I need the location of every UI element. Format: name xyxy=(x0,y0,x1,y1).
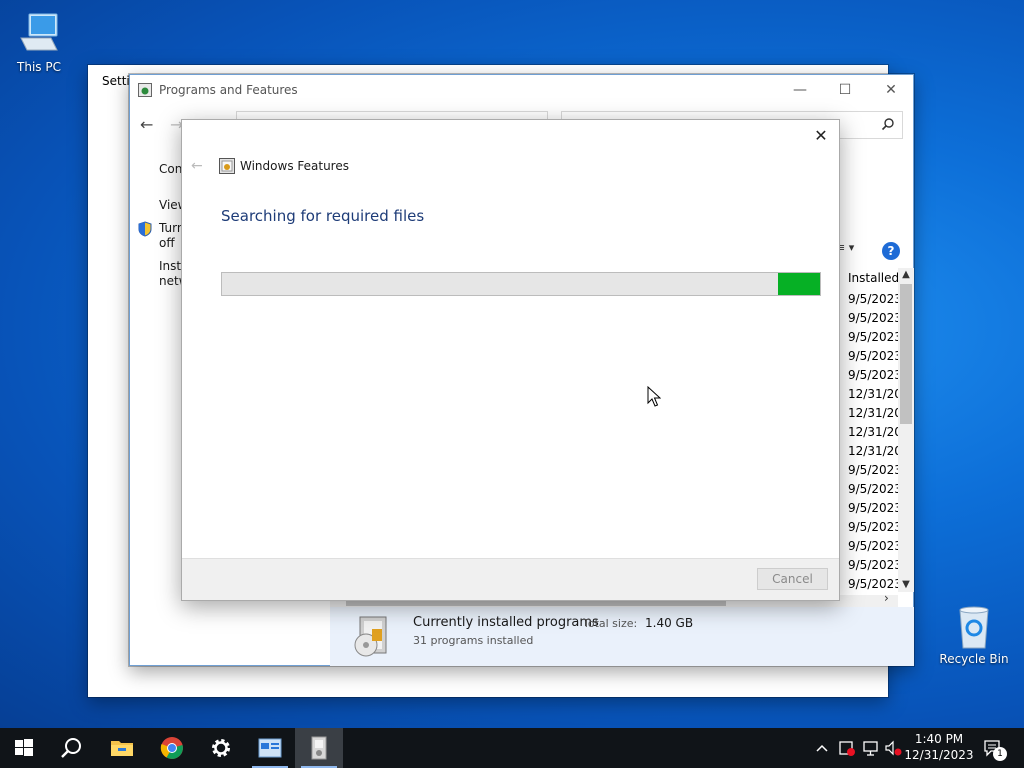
windows-features-icon xyxy=(219,158,235,174)
status-heading: Searching for required files xyxy=(221,207,425,225)
sidebar-link-control-panel[interactable]: Con xyxy=(159,162,182,176)
taskbar-file-explorer[interactable] xyxy=(98,728,146,768)
close-button[interactable]: ✕ xyxy=(809,124,833,148)
settings-gear-icon xyxy=(212,739,230,757)
search-icon xyxy=(881,118,894,131)
start-button[interactable] xyxy=(0,728,48,768)
details-pane: Currently installed programs Total size:… xyxy=(330,607,914,666)
uac-shield-icon xyxy=(138,221,152,237)
clock-time: 1:40 PM xyxy=(914,732,964,746)
maximize-button[interactable]: ☐ xyxy=(822,75,868,105)
this-pc-icon xyxy=(15,10,63,58)
taskbar-programs-features[interactable] xyxy=(295,728,343,768)
taskbar-settings[interactable] xyxy=(197,728,245,768)
mouse-cursor-icon xyxy=(647,386,661,407)
control-panel-icon xyxy=(258,738,282,758)
window-title: Programs and Features xyxy=(159,83,298,97)
network-icon[interactable] xyxy=(862,739,880,757)
desktop: This PC Recycle Bin Settin Programs and … xyxy=(0,0,1024,728)
desktop-icon-label: Recycle Bin xyxy=(939,652,1009,666)
dialog-title: Windows Features xyxy=(240,159,349,173)
taskbar-control-panel[interactable] xyxy=(246,728,294,768)
windows-features-dialog: ✕ ← Windows Features Searching for requi… xyxy=(181,119,840,601)
taskbar: 1:40 PM 12/31/2023 1 xyxy=(0,728,1024,768)
total-size-value: 1.40 GB xyxy=(645,616,694,630)
file-explorer-icon xyxy=(111,741,133,756)
search-button[interactable] xyxy=(48,728,96,768)
control-panel-icon xyxy=(138,83,152,97)
progress-bar-fill xyxy=(778,273,820,295)
start-icon xyxy=(15,739,33,756)
volume-muted-icon[interactable] xyxy=(884,739,902,757)
dialog-footer: Cancel xyxy=(182,558,839,600)
search-icon xyxy=(61,738,81,758)
back-arrow-icon[interactable]: ← xyxy=(140,115,153,134)
sidebar-link-turn-features-2[interactable]: off xyxy=(159,236,175,250)
desktop-icon-recycle-bin[interactable]: Recycle Bin xyxy=(938,602,1010,666)
cancel-button[interactable]: Cancel xyxy=(757,568,828,590)
taskbar-clock[interactable]: 1:40 PM 12/31/2023 xyxy=(902,731,976,763)
scroll-thumb[interactable] xyxy=(900,284,912,424)
taskbar-chrome[interactable] xyxy=(148,728,196,768)
scroll-down-icon[interactable]: ▼ xyxy=(898,579,914,590)
scroll-up-icon[interactable]: ▲ xyxy=(898,269,914,280)
scroll-right-icon[interactable]: › xyxy=(884,591,889,605)
programs-features-icon xyxy=(311,736,327,760)
help-icon[interactable]: ? xyxy=(882,242,900,260)
title-bar[interactable]: Programs and Features — ☐ ✕ xyxy=(130,75,913,105)
desktop-icon-label: This PC xyxy=(17,60,61,74)
action-center-button[interactable]: 1 xyxy=(980,728,1024,768)
details-title: Currently installed programs xyxy=(413,615,599,630)
show-hidden-icons-icon[interactable] xyxy=(815,741,829,755)
recycle-bin-icon xyxy=(950,602,998,650)
close-button[interactable]: ✕ xyxy=(868,75,914,105)
notification-badge: 1 xyxy=(993,747,1007,761)
clock-date: 12/31/2023 xyxy=(904,748,974,762)
installed-programs-icon xyxy=(354,616,387,657)
total-size-label: Total size: xyxy=(583,617,638,630)
program-count: 31 programs installed xyxy=(413,634,534,647)
desktop-icon-this-pc[interactable]: This PC xyxy=(3,10,75,74)
vertical-scrollbar[interactable]: ▲ ▼ xyxy=(898,268,914,592)
minimize-button[interactable]: — xyxy=(777,75,823,105)
chrome-icon xyxy=(160,737,183,759)
back-arrow-icon[interactable]: ← xyxy=(191,158,203,174)
progress-bar xyxy=(221,272,821,296)
security-shield-icon[interactable] xyxy=(838,739,856,757)
